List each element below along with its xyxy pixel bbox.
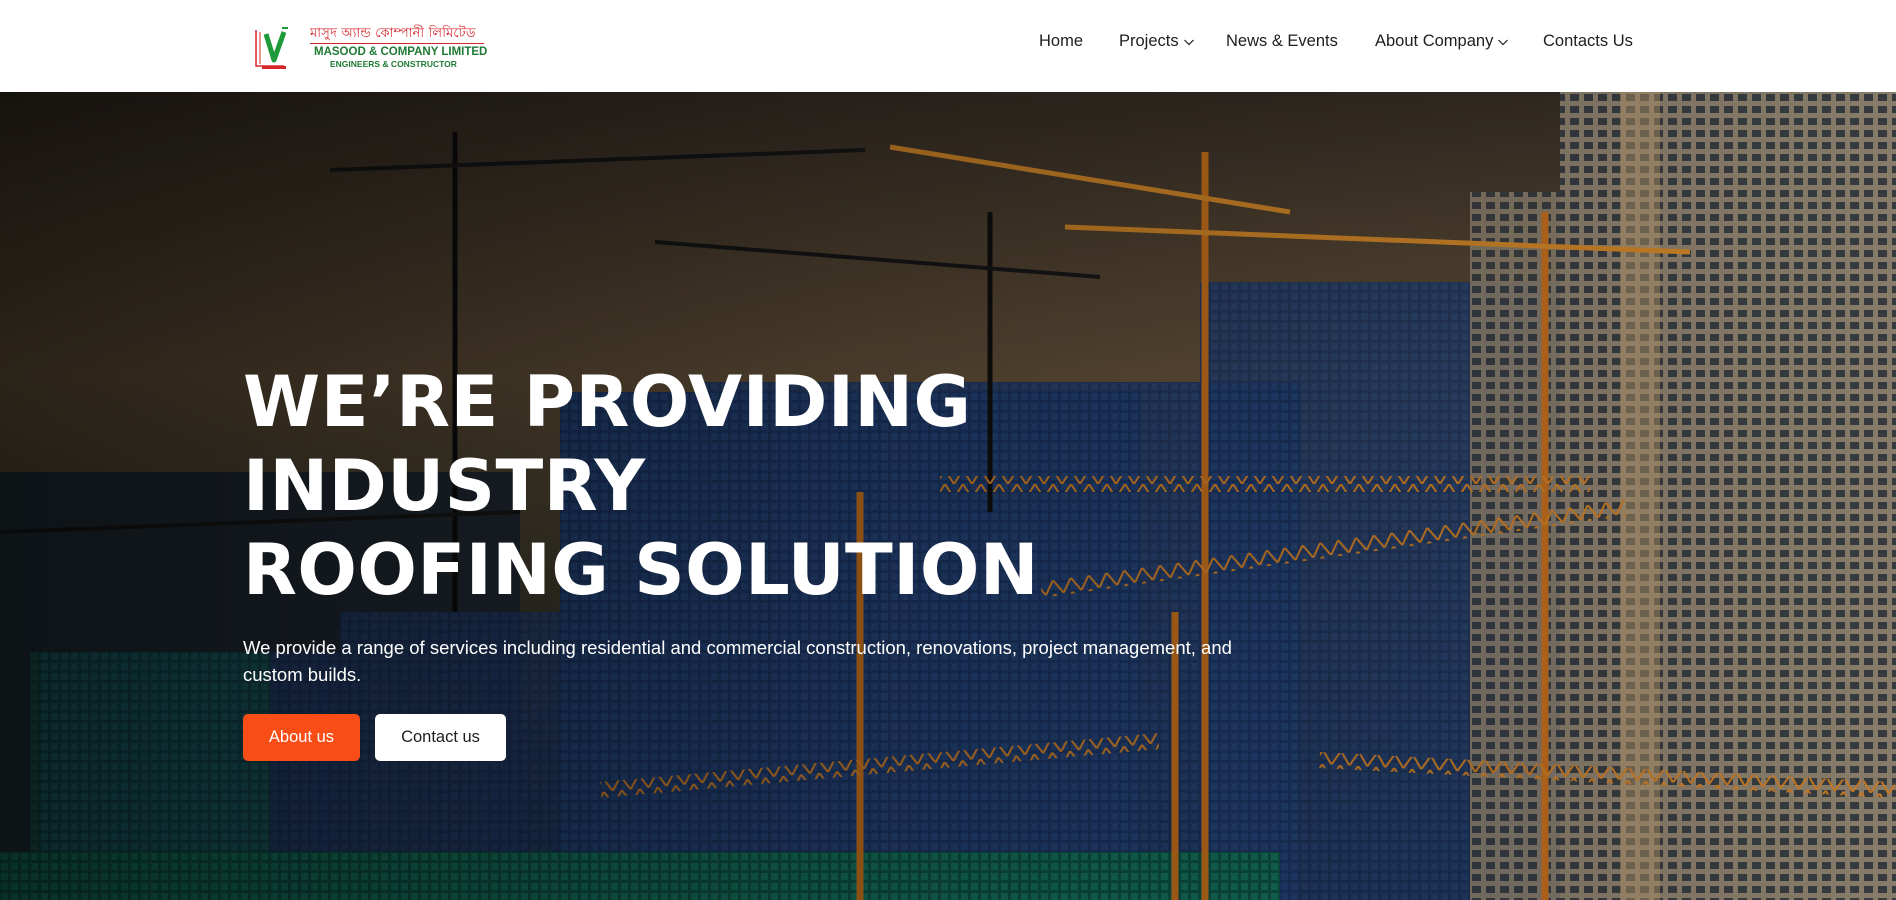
site-header: মাসুদ অ্যান্ড কোম্পানী লিমিটেড MASOOD & …: [0, 0, 1896, 92]
logo-divider: [310, 43, 484, 44]
nav-projects[interactable]: Projects: [1119, 32, 1195, 51]
nav-home-label: Home: [1039, 32, 1084, 50]
hero-title-line-1: WE’RE PROVIDING INDUSTRY: [243, 361, 972, 527]
nav-home[interactable]: Home: [1039, 32, 1083, 51]
company-tagline: ENGINEERS & CONSTRUCTOR: [330, 59, 457, 69]
hero-section: WE’RE PROVIDING INDUSTRY ROOFING SOLUTIO…: [0, 92, 1896, 900]
company-logo[interactable]: মাসুদ অ্যান্ড কোম্পানী লিমিটেড MASOOD & …: [254, 22, 488, 72]
chevron-down-icon: [1498, 39, 1509, 45]
company-name-english: MASOOD & COMPANY LIMITED: [314, 46, 488, 58]
nav-news-events-label: News & Events: [1226, 32, 1338, 50]
hero-description: We provide a range of services including…: [243, 637, 1232, 685]
nav-projects-label: Projects: [1119, 32, 1179, 50]
contact-us-button[interactable]: Contact us: [375, 714, 506, 761]
nav-about-company[interactable]: About Company: [1375, 32, 1509, 51]
nav-contacts-us[interactable]: Contacts Us: [1543, 32, 1633, 51]
hero-actions: About us Contact us: [243, 714, 1293, 761]
nav-about-company-label: About Company: [1375, 32, 1494, 50]
hero-title-line-2: ROOFING SOLUTION: [243, 529, 1039, 611]
about-us-button[interactable]: About us: [243, 714, 360, 761]
company-name-bengali: মাসুদ অ্যান্ড কোম্পানী লিমিটেড: [310, 26, 476, 41]
nav-news-events[interactable]: News & Events: [1226, 32, 1338, 51]
hero-title: WE’RE PROVIDING INDUSTRY ROOFING SOLUTIO…: [243, 360, 1293, 612]
nav-contacts-us-label: Contacts Us: [1543, 32, 1633, 50]
lv-logo-icon: [255, 27, 288, 69]
hero-content: WE’RE PROVIDING INDUSTRY ROOFING SOLUTIO…: [243, 360, 1293, 761]
chevron-down-icon: [1183, 39, 1194, 45]
